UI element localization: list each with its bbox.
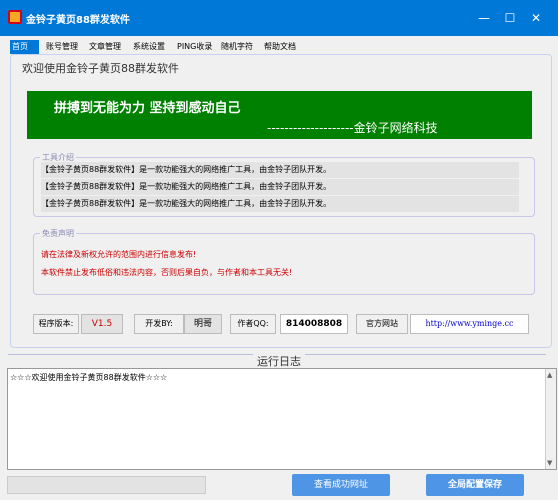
log-scrollbar[interactable]: ▲ ▼ [545,369,556,469]
banner-slogan: 拼搏到无能为力 坚持到感动自己 [54,101,241,116]
tab-ping[interactable]: PING收录 [175,40,219,54]
app-icon [8,10,22,24]
slogan-banner: 拼搏到无能为力 坚持到感动自己 --------------------金铃子网… [27,91,532,139]
banner-company: --------------------金铃子网络科技 [267,121,438,135]
disclaimer-label: 免责声明 [40,228,76,239]
version-label: 程序版本: [33,314,79,334]
tab-system-settings[interactable]: 系统设置 [131,40,173,54]
log-text: ☆☆☆欢迎使用金铃子黄页88群发软件☆☆☆ [10,373,168,382]
disclaimer-line: 本软件禁止发布低俗和违法内容，否则后果自负，与作者和本工具无关! [41,268,293,277]
developer-label: 开发BY: [134,314,184,334]
website-link[interactable]: http://www.yminge.cc [410,314,529,334]
close-button[interactable]: ✕ [526,8,546,28]
version-value: V1.5 [81,314,123,334]
status-field [7,476,206,494]
qq-label: 作者QQ: [230,314,276,334]
scroll-down-icon[interactable]: ▼ [547,459,552,467]
website-label: 官方网站 [356,314,408,334]
tab-article-management[interactable]: 文章管理 [87,40,129,54]
tool-intro-line: 【金铃子黄页88群发软件】是一款功能强大的网络推广工具，由金铃子团队开发。 [41,196,519,212]
tab-account-management[interactable]: 账号管理 [44,40,86,54]
view-success-urls-button[interactable]: 查看成功网址 [292,474,390,496]
maximize-button[interactable]: ☐ [500,8,520,28]
qq-value: 814008808 [280,314,348,334]
disclaimer-line: 请在法律及新权允许的范围内进行信息发布! [41,250,197,259]
minimize-button[interactable]: — [474,8,494,28]
tool-intro-line: 【金铃子黄页88群发软件】是一款功能强大的网络推广工具，由金铃子团队开发。 [41,162,519,178]
tab-random-chars[interactable]: 随机字符 [219,40,263,54]
tab-home[interactable]: 首页 [10,40,39,54]
window-title: 金铃子黄页88群发软件 [26,15,130,26]
save-config-button[interactable]: 全局配置保存 [426,474,524,496]
disclaimer-group [33,233,535,295]
tool-intro-line: 【金铃子黄页88群发软件】是一款功能强大的网络推广工具，由金铃子团队开发。 [41,179,519,195]
title-bar: 金铃子黄页88群发软件 — ☐ ✕ [0,0,558,36]
developer-value: 明哥 [184,314,222,334]
tab-help-docs[interactable]: 帮助文档 [262,40,306,54]
welcome-title: 欢迎使用金铃子黄页88群发软件 [18,60,183,76]
log-title: 运行日志 [253,353,305,369]
scroll-up-icon[interactable]: ▲ [547,371,552,379]
log-textarea[interactable]: ☆☆☆欢迎使用金铃子黄页88群发软件☆☆☆ ▲ ▼ [7,368,557,470]
